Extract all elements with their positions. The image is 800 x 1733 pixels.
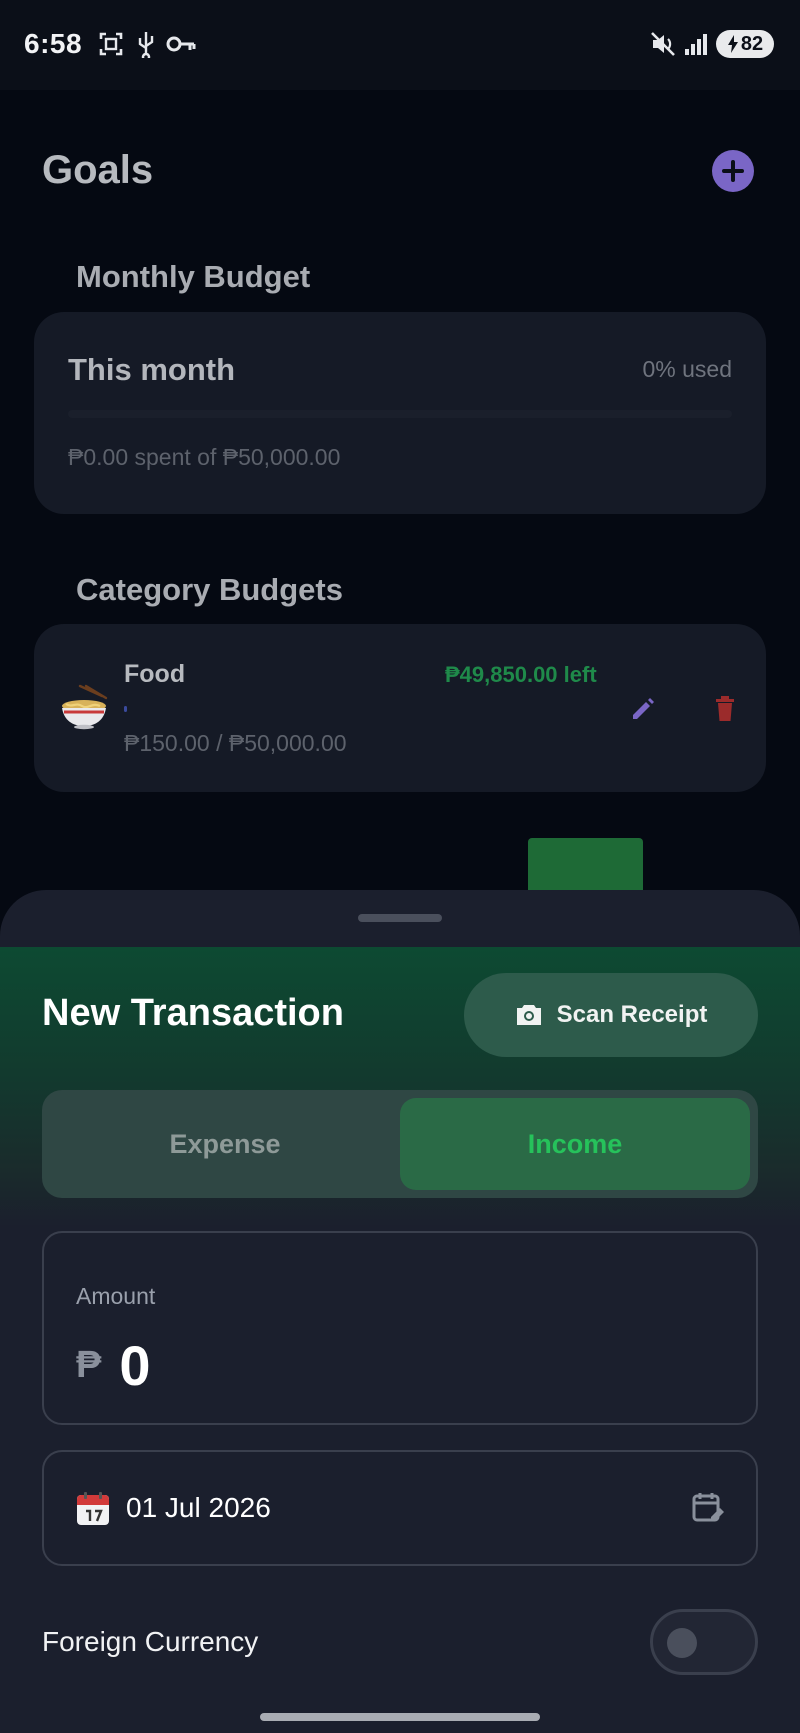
monthly-budget-heading: Monthly Budget (76, 259, 311, 294)
category-progress-fill (124, 706, 127, 712)
budget-spent-text: ₱0.00 spent of ₱50,000.00 (68, 444, 341, 470)
key-icon (166, 30, 196, 58)
currency-symbol: ₱ (76, 1344, 102, 1386)
toggle-knob (667, 1628, 697, 1658)
pencil-icon (633, 698, 654, 719)
sheet-header: New Transaction Scan Receipt Expense Inc… (0, 947, 800, 1227)
delete-category-button[interactable] (708, 692, 742, 726)
foreign-currency-label: Foreign Currency (42, 1626, 259, 1657)
foreign-currency-toggle[interactable] (650, 1609, 758, 1675)
transaction-type-toggle: Expense Income (42, 1090, 758, 1198)
category-budgets-heading: Category Budgets (76, 572, 343, 607)
budget-used-percent: 0% used (642, 356, 732, 382)
scan-receipt-button[interactable]: Scan Receipt (464, 973, 758, 1057)
category-amount: ₱150.00 / ₱50,000.00 (124, 730, 347, 756)
category-budget-card[interactable]: Food ₱49,850.00 left ₱150.00 / ₱50,000.0… (34, 624, 766, 792)
home-indicator[interactable] (260, 1713, 540, 1721)
noodle-bowl-icon (62, 684, 108, 730)
tab-expense[interactable]: Expense (50, 1098, 400, 1190)
amount-input[interactable]: 0 (119, 1333, 150, 1398)
budget-progress-bar (68, 410, 732, 418)
sheet-drag-handle[interactable] (358, 914, 442, 922)
date-picker-button[interactable] (690, 1490, 726, 1526)
mute-icon (648, 30, 678, 58)
usb-icon (134, 30, 158, 58)
signal-icon (682, 30, 710, 58)
floating-action-peek (528, 838, 643, 898)
category-remaining: ₱49,850.00 left (445, 662, 597, 687)
tab-income[interactable]: Income (400, 1098, 750, 1190)
sheet-title: New Transaction (42, 992, 344, 1034)
monthly-budget-card[interactable]: This month 0% used ₱0.00 spent of ₱50,00… (34, 312, 766, 514)
status-bar: 6:58 82 (0, 0, 800, 90)
screenshot-icon (96, 30, 126, 58)
category-progress-bar (124, 706, 594, 712)
battery-level: 82 (740, 32, 764, 55)
scan-receipt-label: Scan Receipt (556, 1001, 708, 1028)
calendar-emoji-icon (77, 1492, 109, 1525)
plus-icon (722, 160, 744, 182)
date-value: 01 Jul 2026 (126, 1492, 271, 1523)
budget-period-title: This month (68, 352, 236, 387)
amount-field[interactable]: Amount ₱ 0 (42, 1231, 758, 1425)
amount-label: Amount (76, 1283, 156, 1309)
battery-icon: 82 (716, 30, 774, 58)
page-title: Goals (42, 148, 154, 192)
date-field[interactable]: 01 Jul 2026 (42, 1450, 758, 1566)
status-time: 6:58 (24, 28, 83, 59)
new-transaction-sheet: New Transaction Scan Receipt Expense Inc… (0, 890, 800, 1733)
edit-category-button[interactable] (626, 692, 660, 726)
amount-row: ₱ 0 (76, 1333, 151, 1398)
calendar-edit-icon (692, 1493, 724, 1522)
camera-icon (516, 1005, 541, 1025)
trash-icon (716, 696, 734, 721)
category-name: Food (124, 660, 186, 688)
add-goal-button[interactable] (712, 150, 754, 192)
